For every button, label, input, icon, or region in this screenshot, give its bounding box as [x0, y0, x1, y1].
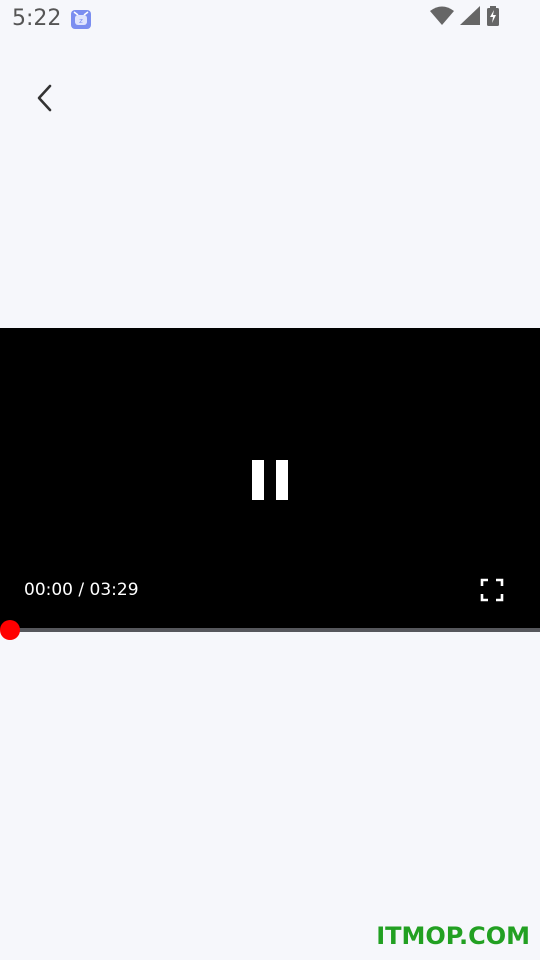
wifi-icon — [430, 6, 454, 31]
app-cat-icon: z — [70, 8, 92, 30]
status-time: 5:22 — [12, 6, 62, 31]
chevron-left-icon — [34, 83, 54, 118]
fullscreen-button[interactable] — [480, 578, 504, 602]
watermark: ITMOP.COM — [376, 922, 530, 950]
status-icons — [430, 5, 500, 31]
back-button[interactable] — [26, 82, 62, 118]
fullscreen-icon — [480, 578, 504, 606]
battery-charging-icon — [486, 5, 500, 31]
progress-thumb[interactable] — [0, 620, 20, 640]
signal-icon — [460, 5, 480, 31]
status-bar: 5:22 z — [0, 0, 540, 38]
svg-text:z: z — [79, 17, 83, 25]
time-readout: 00:00 / 03:29 — [24, 580, 139, 600]
pause-button[interactable] — [250, 458, 290, 502]
progress-track[interactable] — [10, 628, 540, 632]
